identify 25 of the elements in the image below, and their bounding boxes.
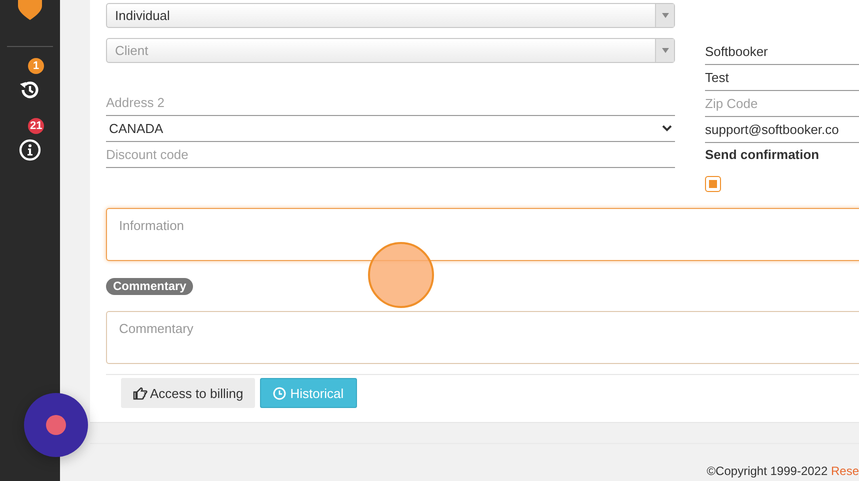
checkbox[interactable] bbox=[705, 176, 721, 192]
caret-icon bbox=[662, 13, 668, 18]
text-area[interactable]: Commentary bbox=[106, 311, 859, 364]
chevron-icon bbox=[662, 125, 672, 132]
pointing-hand-icon bbox=[133, 386, 148, 400]
history-icon[interactable] bbox=[19, 79, 41, 101]
clock-icon bbox=[273, 386, 286, 400]
info-icon[interactable] bbox=[19, 139, 41, 161]
input-field[interactable]: Zip Code bbox=[705, 91, 859, 117]
notification-badge: 21 bbox=[28, 118, 44, 134]
input-field[interactable]: Address 2 bbox=[106, 90, 675, 116]
text-area[interactable]: Information bbox=[106, 208, 859, 261]
country-select[interactable]: CANADA bbox=[106, 116, 675, 142]
logo-icon[interactable] bbox=[18, 0, 42, 20]
notification-badge: 1 bbox=[28, 58, 44, 74]
input-field[interactable]: support@softbooker.co bbox=[705, 117, 859, 143]
dropdown[interactable]: Individual bbox=[106, 3, 675, 28]
send-confirmation-label: Send confirmation bbox=[705, 147, 820, 164]
input-field[interactable]: Test bbox=[705, 65, 859, 91]
input-field[interactable]: Softbooker bbox=[705, 39, 859, 65]
commentary-label: Commentary bbox=[106, 278, 194, 295]
copyright-text: ©Copyright 1999-2022 Rese bbox=[706, 464, 859, 478]
billing-button[interactable]: Access to billing bbox=[121, 378, 256, 408]
caret-icon bbox=[662, 48, 668, 53]
input-field[interactable]: Discount code bbox=[106, 142, 675, 168]
